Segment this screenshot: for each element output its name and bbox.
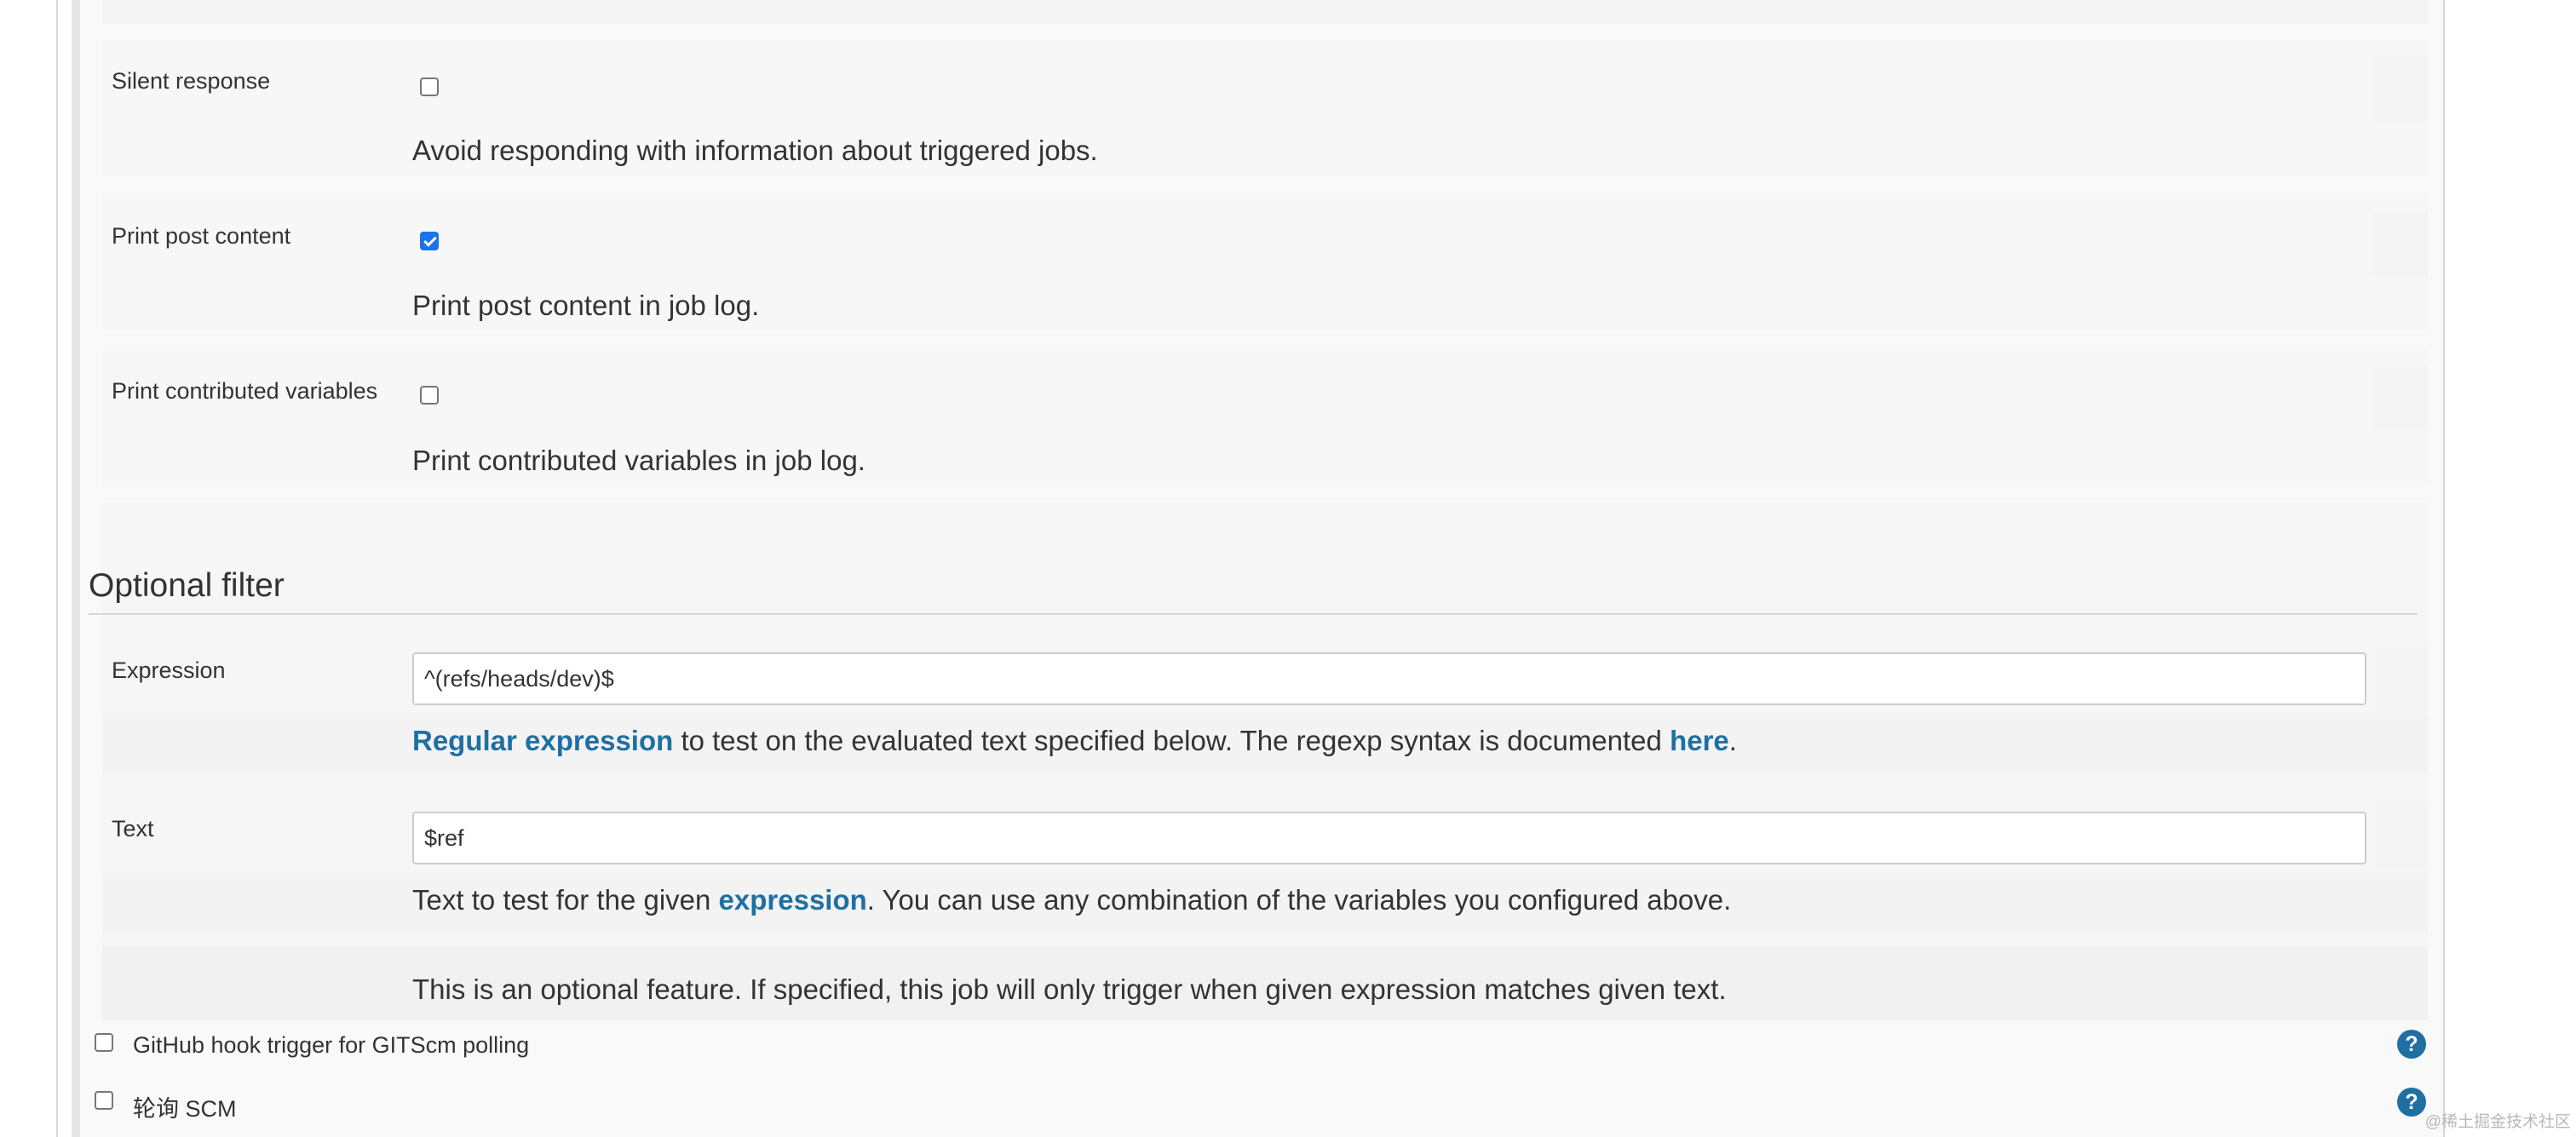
- github-hook-help-icon[interactable]: ?: [2397, 1030, 2426, 1059]
- expression-input[interactable]: [412, 652, 2366, 705]
- text-label: Text: [112, 816, 154, 841]
- print-contributed-variables-description: Print contributed variables in job log.: [412, 445, 865, 476]
- silent-response-label: Silent response: [112, 68, 271, 94]
- optional-filter-title: Optional filter: [89, 567, 285, 604]
- poll-scm-help-icon[interactable]: ?: [2397, 1088, 2426, 1117]
- top-band: [102, 0, 2428, 24]
- expression-help-end: .: [1728, 725, 1737, 756]
- print-contributed-variables-label: Print contributed variables: [112, 378, 378, 404]
- expression-help-tab: [2373, 647, 2428, 712]
- text-help-start: Text to test for the given: [412, 884, 719, 916]
- section-divider: [89, 613, 2418, 615]
- expression-help-middle: to test on the evaluated text specified …: [673, 725, 1670, 756]
- github-hook-trigger-label: GitHub hook trigger for GITScm polling: [133, 1032, 530, 1058]
- regular-expression-link[interactable]: Regular expression: [412, 725, 673, 756]
- regexp-here-link[interactable]: here: [1670, 725, 1729, 756]
- expression-link[interactable]: expression: [719, 884, 867, 916]
- github-hook-trigger-checkbox[interactable]: [95, 1033, 113, 1052]
- poll-scm-checkbox[interactable]: [95, 1091, 113, 1110]
- expression-label: Expression: [112, 658, 226, 683]
- config-page: Silent response Avoid responding with in…: [0, 0, 2576, 1137]
- print-post-content-help-tab: [2373, 211, 2428, 276]
- silent-response-help-tab: [2373, 56, 2428, 121]
- print-contributed-variables-checkbox[interactable]: [420, 386, 439, 405]
- optional-filter-note: This is an optional feature. If specifie…: [412, 973, 1727, 1005]
- text-help-end: . You can use any combination of the var…: [866, 884, 1732, 916]
- left-divider: [56, 0, 58, 1137]
- text-help-text: Text to test for the given expression. Y…: [412, 884, 1731, 916]
- print-post-content-description: Print post content in job log.: [412, 290, 760, 321]
- watermark: @稀土掘金技术社区: [2424, 1113, 2571, 1131]
- text-input[interactable]: [412, 812, 2366, 864]
- print-post-content-label: Print post content: [112, 223, 291, 249]
- silent-response-checkbox[interactable]: [420, 78, 439, 96]
- text-help-tab: [2373, 806, 2428, 870]
- poll-scm-label: 轮询 SCM: [133, 1096, 237, 1122]
- silent-response-description: Avoid responding with information about …: [412, 135, 1098, 166]
- expression-help-text: Regular expression to test on the evalua…: [412, 725, 1737, 757]
- print-post-content-checkbox[interactable]: [420, 232, 439, 250]
- print-contributed-variables-help-tab: [2373, 366, 2428, 431]
